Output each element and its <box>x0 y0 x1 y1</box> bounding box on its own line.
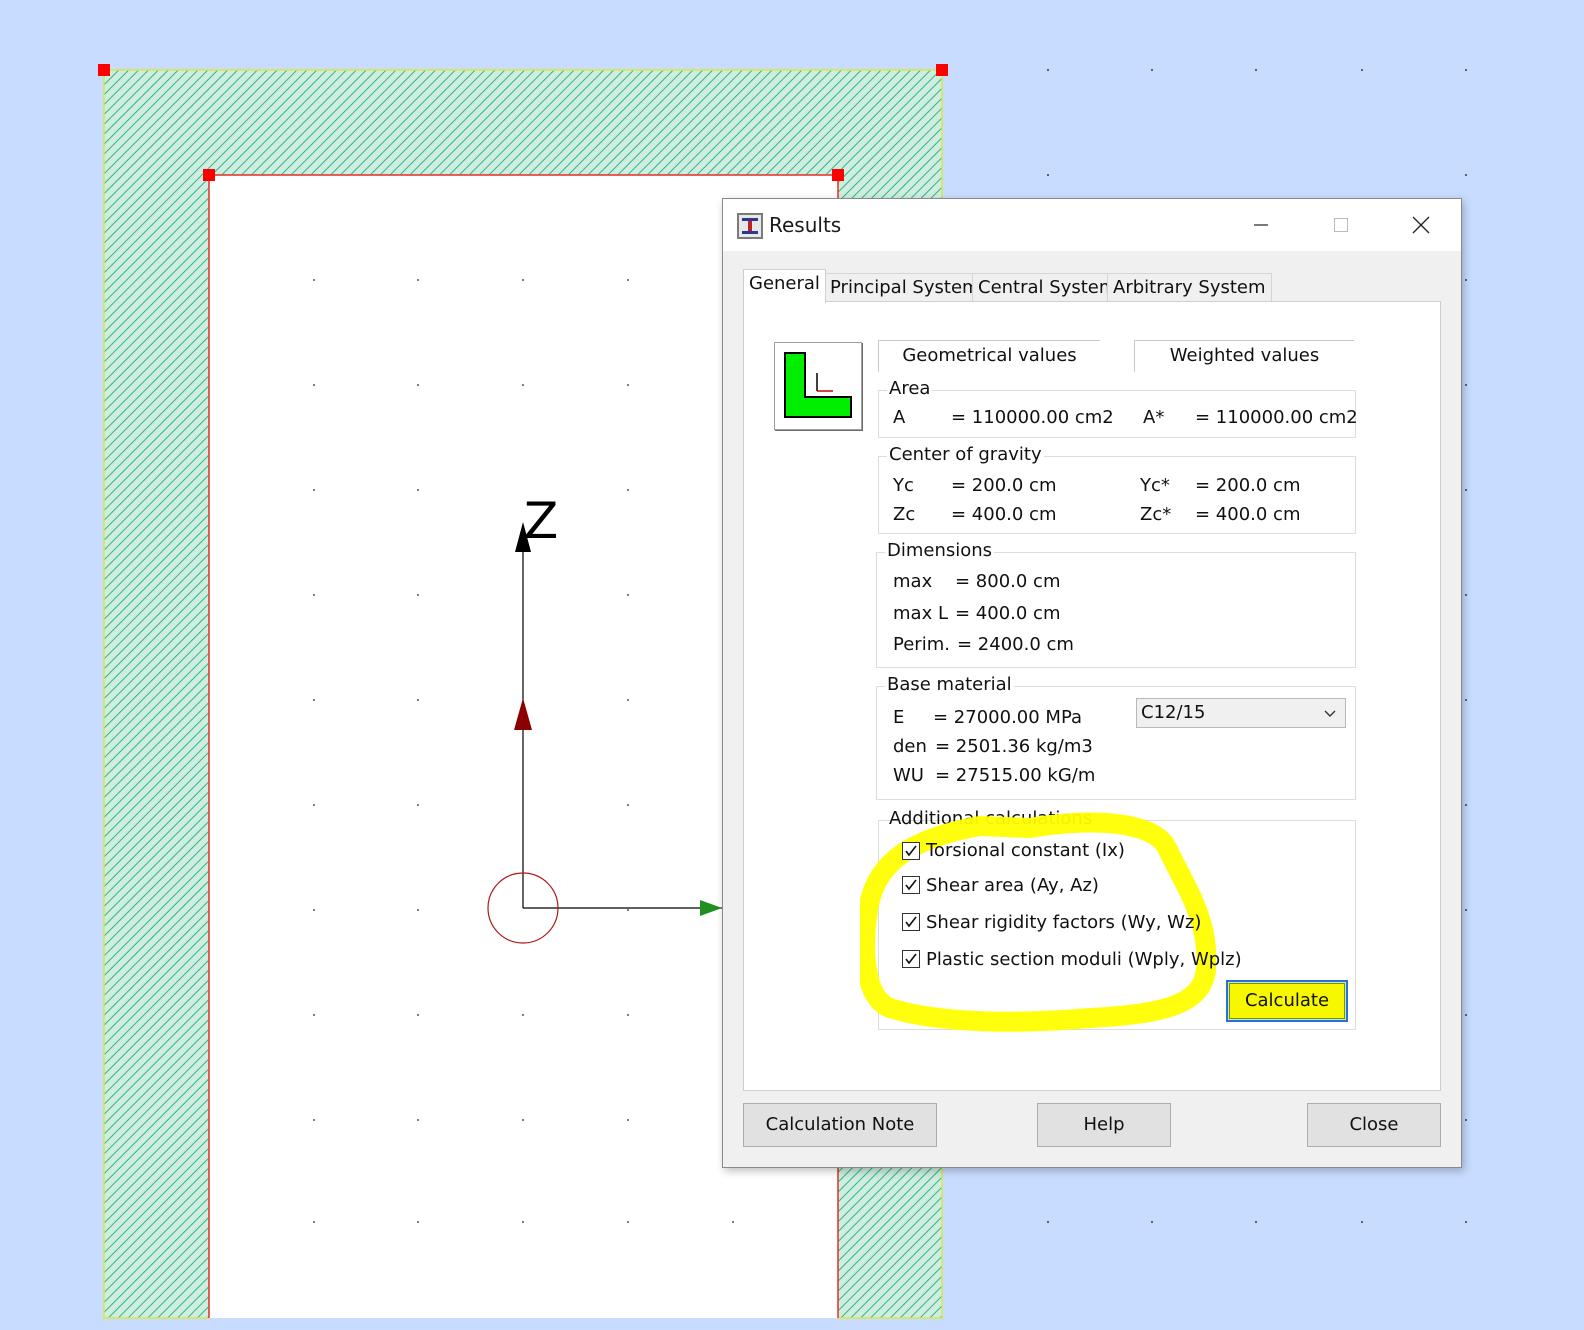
torsional-constant-checkbox[interactable] <box>902 842 920 860</box>
den-value: = 2501.36 kg/m3 <box>935 736 1093 757</box>
maximize-button[interactable] <box>1301 199 1381 251</box>
checkmark-icon <box>905 953 917 965</box>
z-axis-label: Z <box>524 492 558 550</box>
zcw-value: = 400.0 cm <box>1195 504 1301 525</box>
ycw-name: Yc* <box>1140 475 1170 496</box>
maxl-name: max L <box>893 603 948 624</box>
ycw-value: = 200.0 cm <box>1195 475 1301 496</box>
chevron-down-icon <box>1324 710 1336 717</box>
close-button[interactable]: Close <box>1307 1103 1441 1147</box>
wu-name: WU <box>893 765 924 786</box>
dialog-title: Results <box>769 213 842 237</box>
results-dialog: Results General Principal System Central… <box>722 198 1462 1168</box>
shear-rigidity-checkbox[interactable] <box>902 913 920 931</box>
maximize-icon <box>1334 218 1348 232</box>
area-aw-name: A* <box>1143 407 1165 428</box>
center-of-gravity-group: Center of gravity Yc = 200.0 cm Yc* = 20… <box>878 445 1356 534</box>
help-button[interactable]: Help <box>1037 1103 1171 1147</box>
checkmark-icon <box>905 879 917 891</box>
area-group-label: Area <box>887 378 933 399</box>
l-profile-icon <box>784 352 852 418</box>
shear-rigidity-label[interactable]: Shear rigidity factors (Wy, Wz) <box>926 912 1201 934</box>
yc-value: = 200.0 cm <box>951 475 1057 496</box>
vertex-handle[interactable] <box>832 169 844 181</box>
yc-name: Yc <box>893 475 914 496</box>
plastic-moduli-label[interactable]: Plastic section moduli (Wply, Wplz) <box>926 949 1242 971</box>
shear-area-checkbox[interactable] <box>902 876 920 894</box>
tab-central-system[interactable]: Central System <box>972 273 1123 301</box>
geometrical-values-header: Geometrical values <box>878 340 1100 372</box>
cog-group-label: Center of gravity <box>887 444 1044 465</box>
tab-principal-system[interactable]: Principal System <box>824 273 986 301</box>
perim-value: = 2400.0 cm <box>957 634 1074 655</box>
torsional-constant-label[interactable]: Torsional constant (Ix) <box>926 840 1125 862</box>
general-tab-panel: Geometrical values Weighted values Area … <box>743 301 1441 1091</box>
tab-arbitrary-system[interactable]: Arbitrary System <box>1107 273 1272 301</box>
dialog-titlebar[interactable]: Results <box>723 199 1461 251</box>
calculate-button[interactable]: Calculate <box>1226 980 1348 1022</box>
zc-value: = 400.0 cm <box>951 504 1057 525</box>
maxl-value: = 400.0 cm <box>955 603 1061 624</box>
material-select-value: C12/15 <box>1141 702 1206 723</box>
minimize-icon <box>1254 224 1268 226</box>
area-group: Area A = 110000.00 cm2 A* = 110000.00 cm… <box>878 379 1358 438</box>
zcw-name: Zc* <box>1140 504 1172 525</box>
vertex-handle[interactable] <box>203 169 215 181</box>
area-aw-value: = 110000.00 cm2 <box>1195 407 1358 428</box>
calculation-note-button[interactable]: Calculation Note <box>743 1103 937 1147</box>
tab-general[interactable]: General <box>743 269 826 303</box>
max-value: = 800.0 cm <box>955 571 1061 592</box>
e-value: = 27000.00 MPa <box>933 707 1083 728</box>
perim-name: Perim. <box>893 634 950 655</box>
checkmark-icon <box>905 916 917 928</box>
den-name: den <box>893 736 927 757</box>
max-name: max <box>893 571 933 592</box>
checkmark-icon <box>905 845 917 857</box>
dimensions-group: Dimensions max = 800.0 cm max L = 400.0 … <box>876 541 1356 668</box>
e-name: E <box>893 707 905 728</box>
section-app-icon <box>737 213 763 239</box>
wu-value: = 27515.00 kG/m <box>935 765 1096 786</box>
dimensions-group-label: Dimensions <box>885 540 995 561</box>
material-select[interactable]: C12/15 <box>1136 698 1346 728</box>
vertex-handle[interactable] <box>936 64 948 76</box>
vertex-handle[interactable] <box>98 64 110 76</box>
zc-name: Zc <box>893 504 916 525</box>
profile-preview <box>774 342 862 430</box>
close-window-button[interactable] <box>1381 199 1461 251</box>
area-a-value: = 110000.00 cm2 <box>951 407 1114 428</box>
minimize-button[interactable] <box>1221 199 1301 251</box>
base-material-group-label: Base material <box>885 674 1014 695</box>
plastic-moduli-checkbox[interactable] <box>902 950 920 968</box>
area-a-name: A <box>893 407 906 428</box>
close-icon <box>1412 216 1430 234</box>
weighted-values-header: Weighted values <box>1134 340 1354 372</box>
shear-area-label[interactable]: Shear area (Ay, Az) <box>926 875 1099 897</box>
